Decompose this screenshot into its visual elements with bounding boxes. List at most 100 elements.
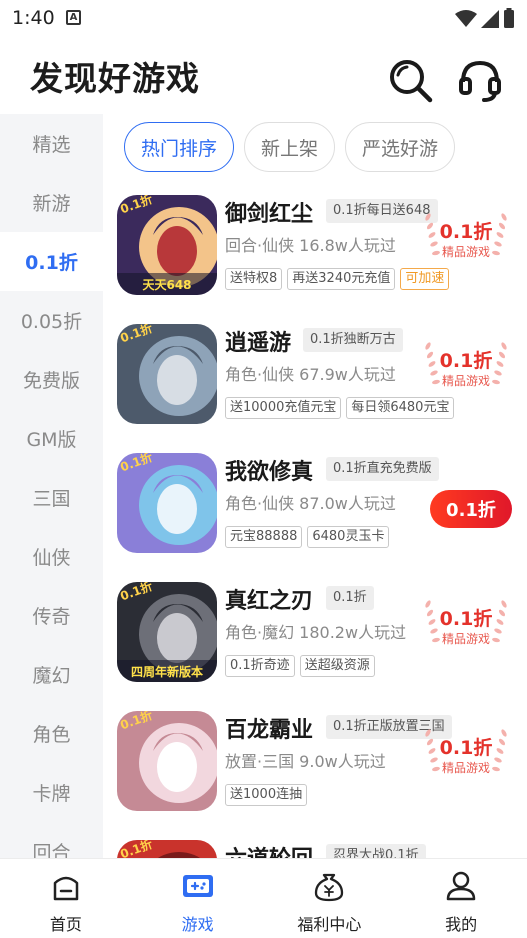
notification-a-icon: A [66,10,81,25]
discount-stamp: 0.1折精品游戏 [420,332,512,392]
game-thumbnail[interactable]: 0.1折 [117,324,217,424]
game-meta: 回合·仙侠 16.8w人玩过 [225,236,396,255]
headset-icon[interactable] [456,56,504,104]
search-icon[interactable] [386,56,434,104]
sidebar-item[interactable]: 新游 [0,173,103,232]
home-icon [53,876,79,901]
sidebar-item-label: 精选 [32,134,71,156]
stamp-subtitle: 精品游戏 [441,374,490,388]
game-title: 我欲修真 [225,460,314,485]
game-meta: 放置·三国 9.0w人玩过 [225,752,386,771]
discount-stamp: 0.1折 精品游戏 [420,203,512,263]
game-thumbnail-art: 0.1折 [117,324,217,424]
status-icons [455,8,515,28]
game-thumbnail[interactable]: 0.1折 [117,453,217,553]
nav-item-1[interactable]: 游戏 [132,859,264,938]
game-title: 六道轮回 [225,841,313,858]
signal-icon [481,10,499,28]
sidebar-item[interactable]: 精选 [0,114,103,173]
game-tag: 元宝88888 [225,526,303,548]
sidebar-item-label: 0.1折 [25,252,78,274]
game-title: 御剑红尘 [225,202,314,227]
sidebar-item[interactable]: 传奇 [0,586,103,645]
header: 发现好游戏 [0,36,527,114]
game-item[interactable]: 0.1折六道轮回忍界大战0.1折 [103,833,527,858]
game-item[interactable]: 0.1折 百龙霸业 0.1折正版放置三国 放置·三国 9.0w人玩过 送1000连抽 0.… [103,704,527,832]
sidebar-item-label: 卡牌 [32,783,71,805]
nav-label: 首页 [49,915,82,934]
game-promo-badge: 0.1折 [326,586,374,610]
sidebar-item-label: 仙侠 [32,547,71,569]
sidebar-item[interactable]: 仙侠 [0,527,103,586]
game-thumbnail-art: 0.1折 [117,840,217,858]
sidebar-item-label: 魔幻 [32,665,71,687]
discount-stamp: 0.1折 精品游戏 [420,590,512,650]
nav-label: 福利中心 [297,915,362,934]
game-tag: 6480灵玉卡 [307,526,390,548]
thumbnail-caption: 四周年新版本 [131,664,203,679]
game-meta: 角色·仙侠 87.0w人玩过 [225,494,396,513]
game-promo-badge: 忍界大战0.1折 [326,844,426,858]
game-meta: 角色·魔幻 180.2w人玩过 [225,623,407,642]
game-tag: 送10000充值元宝 [225,397,342,419]
game-item[interactable]: 0.1折 逍遥游 0.1折独断万古 角色·仙侠 67.9w人玩过 送10000充值元宝每… [103,317,527,445]
wifi-icon [455,10,477,27]
sidebar-item-label: 传奇 [32,606,71,628]
stamp-discount-text: 0.1折 [439,350,493,372]
game-thumbnail[interactable]: 0.1折 四周年新版本 [117,582,217,682]
bottom-nav: 首页 游戏 福利中心 我的 [0,858,527,938]
game-promo-badge: 0.1折直充免费版 [326,457,439,481]
sidebar-item[interactable]: 0.05折 [0,291,103,350]
sidebar-item[interactable]: 免费版 [0,350,103,409]
sort-tabs: 热门排序 新上架 严选好游 [124,122,456,174]
sidebar-item[interactable]: 回合 [0,822,103,858]
app-screen: 1:40 A 发现好游戏 精选 新游 0.1折 0.05折 免费版 GM版 三国 仙侠传 [0,0,527,938]
stamp-subtitle: 精品游戏 [441,761,490,775]
nav-item-2[interactable]: 福利中心 [264,859,396,938]
sidebar-item-label: 三国 [32,488,71,510]
sidebar-item[interactable]: 角色 [0,704,103,763]
category-sidebar: 精选新游 0.1折 0.05折免费版 GM版三国仙侠传奇魔幻角色卡牌回合 [0,114,103,858]
game-title: 真红之刃 [225,589,314,614]
nav-item-0[interactable]: 首页 [0,859,132,938]
game-item[interactable]: 0.1折 四周年新版本 真红之刃 0.1折 角色·魔幻 180.2w人玩过 0.1折奇迹送… [103,575,527,703]
game-tag: 送1000连抽 [225,784,308,806]
sidebar-item[interactable]: 三国 [0,468,103,527]
game-tag: 再送3240元充值 [287,268,396,290]
game-tag: 送超级资源 [299,655,375,677]
stamp-discount-text: 0.1折 [439,608,493,630]
game-tags: 送特权8 再送3240元充值 可加速 [225,268,450,290]
battery-icon [504,8,514,28]
game-tag: 0.1折奇迹 [225,655,295,677]
game-thumbnail-art: 0.1折天天648 [117,195,217,295]
status-bar: 1:40 A [0,0,527,36]
discount-stamp: 0.1折 精品游戏 [420,719,512,779]
nav-label: 我的 [445,915,478,934]
game-tags: 0.1折奇迹 送超级资源 [225,655,375,677]
game-title: 百龙霸业 [225,718,314,743]
sidebar-item[interactable]: 卡牌 [0,763,103,822]
nav-item-3[interactable]: 我的 [395,859,527,938]
game-thumbnail[interactable]: 0.1折 [117,840,217,858]
game-thumbnail-art: 0.1折四周年新版本 [117,582,217,682]
game-thumbnail-art: 0.1折 [117,453,217,553]
game-thumbnail[interactable]: 0.1折 天天648 [117,195,217,295]
game-item[interactable]: 0.1折 我欲修真 0.1折直充免费版 角色·仙侠 87.0w人玩过 元宝88888 64… [103,446,527,574]
sidebar-item-label: 角色 [32,724,71,746]
gamepad-icon [182,875,213,897]
sidebar-item-label: 免费版 [22,370,80,392]
game-tag: 送特权8 [225,268,283,290]
status-time: 1:40 [12,7,55,29]
sidebar-item[interactable]: 0.1折 [0,232,103,291]
game-list: 0.1折 天天648 御剑红尘 0.1折每日送648 回合·仙侠 16.8w人玩过 送特权… [103,188,527,858]
game-thumbnail[interactable]: 0.1折 [117,711,217,811]
tab-0[interactable]: 热门排序 [124,122,235,172]
sidebar-item[interactable]: GM版 [0,409,103,468]
discount-button[interactable]: 0.1折 [430,490,512,528]
tab-1[interactable]: 新上架 [244,122,336,172]
profile-icon [446,871,476,901]
game-item[interactable]: 0.1折 天天648 御剑红尘 0.1折每日送648 回合·仙侠 16.8w人玩过 送特权… [103,188,527,316]
sidebar-item[interactable]: 魔幻 [0,645,103,704]
sidebar-item-label: 新游 [32,193,71,215]
tab-2[interactable]: 严选好游 [345,122,456,172]
